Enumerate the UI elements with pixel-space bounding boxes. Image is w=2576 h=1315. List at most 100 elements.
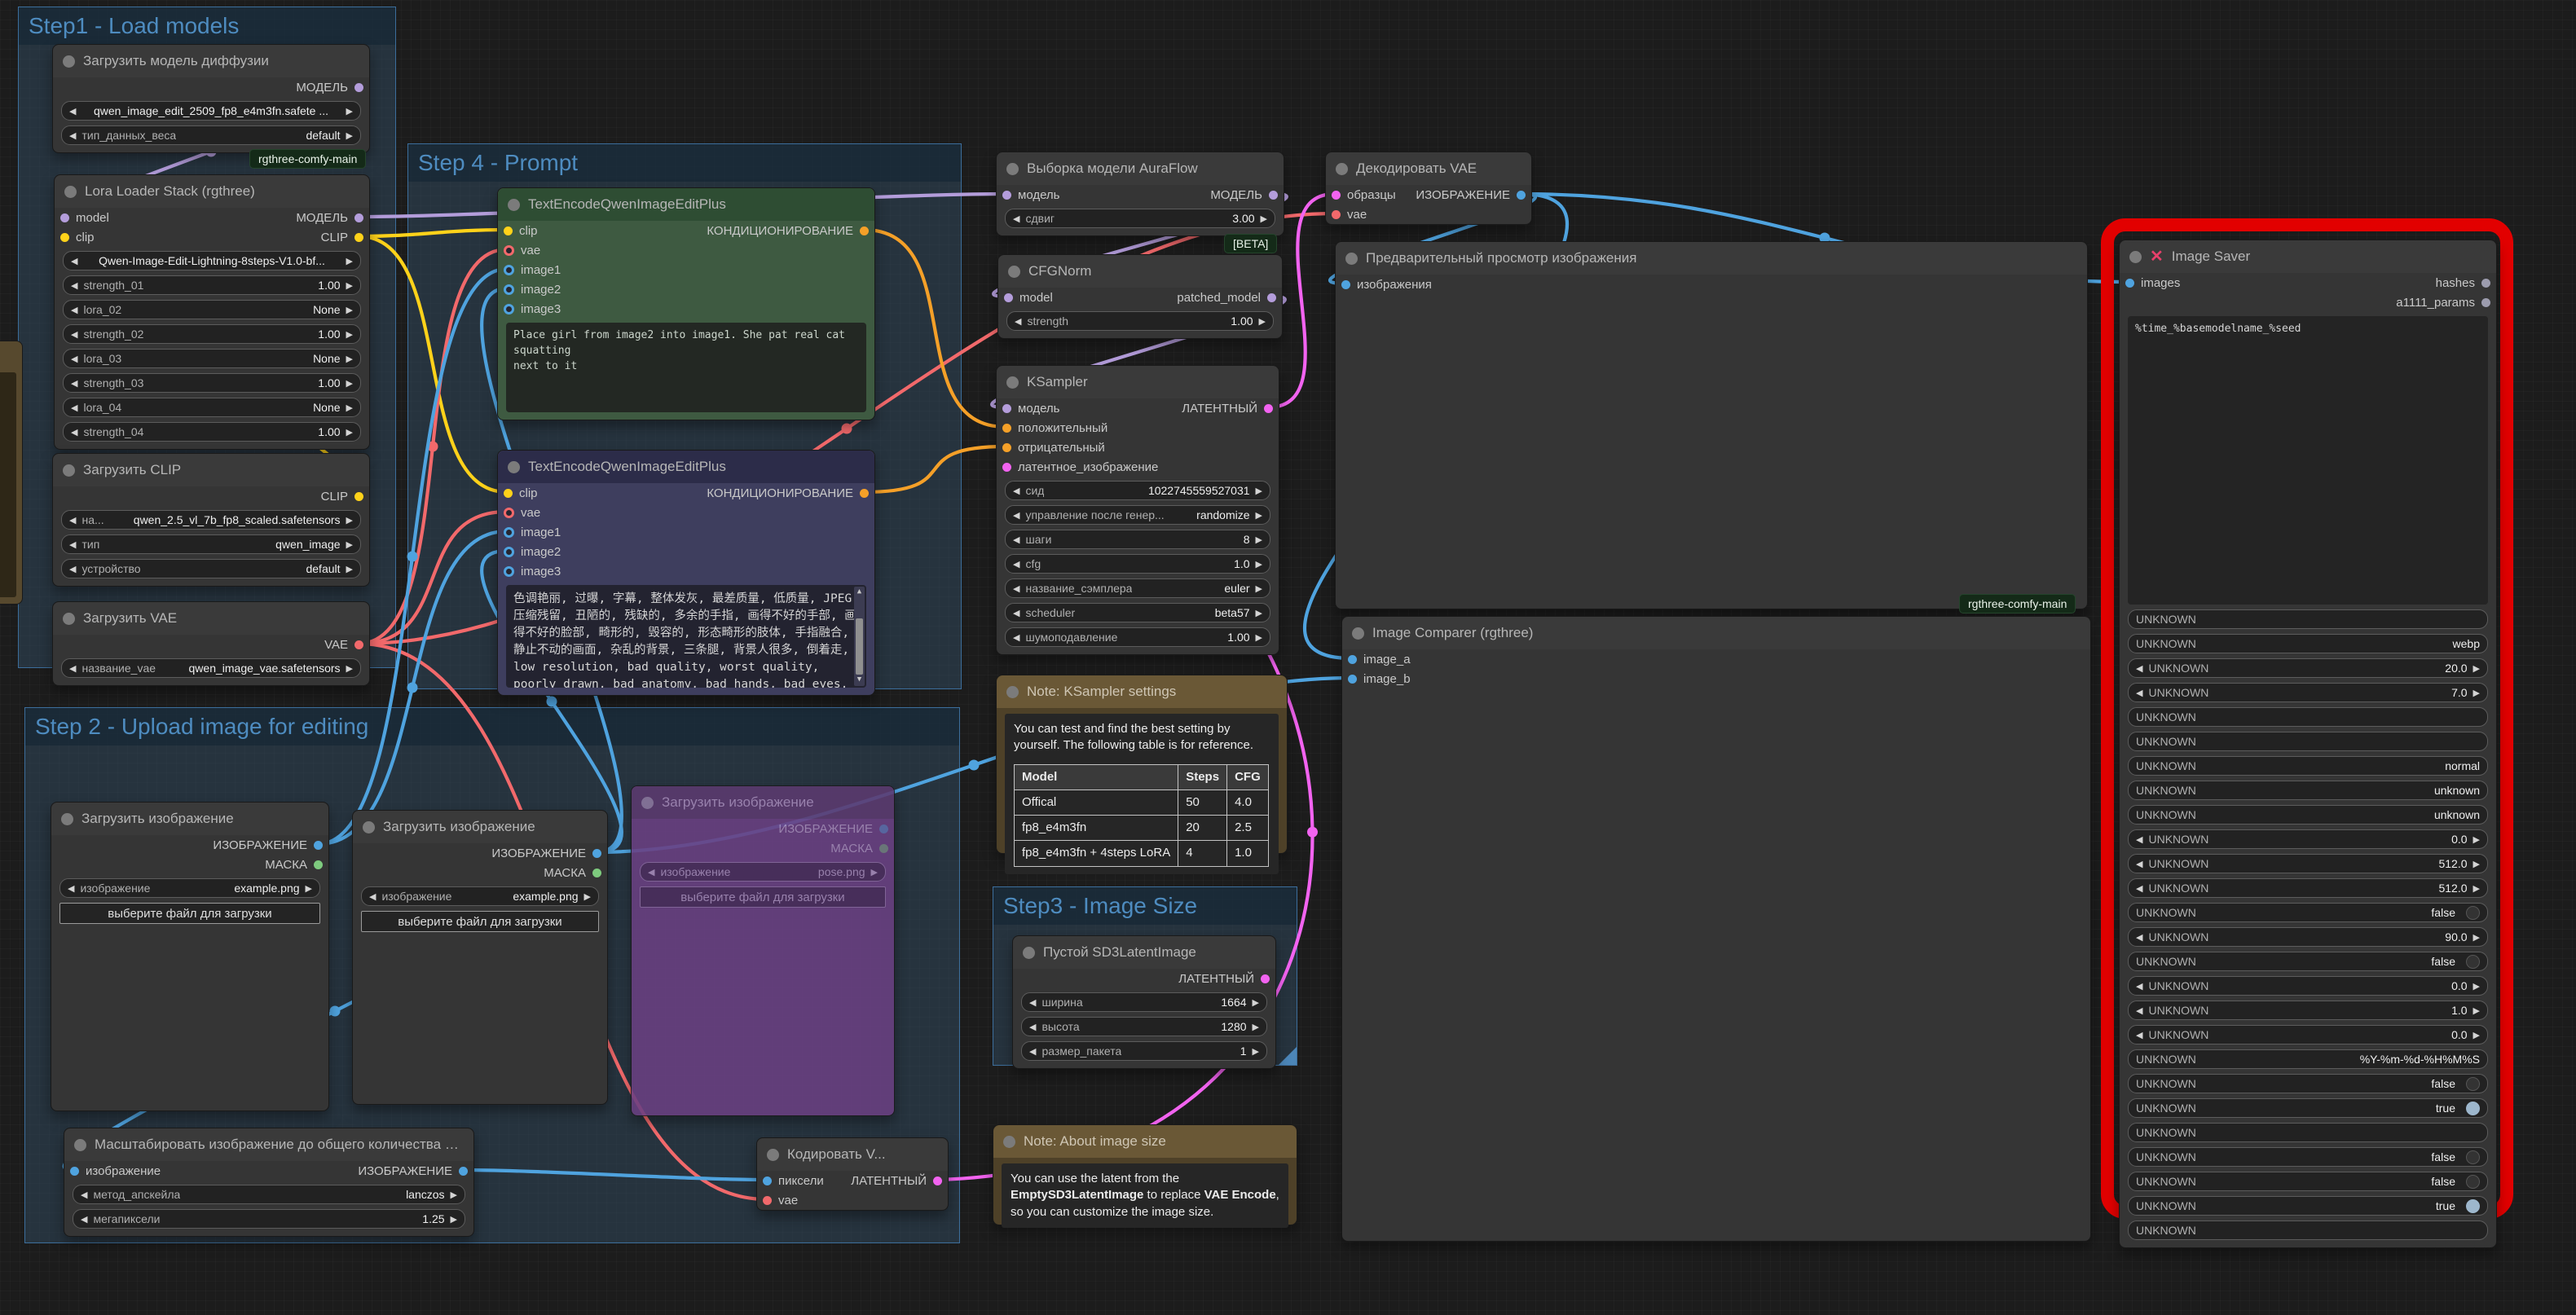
- slot-ИЗОБРАЖЕНИЕ-dot[interactable]: [314, 841, 323, 850]
- combo-left-arrow-icon[interactable]: ◀: [71, 354, 77, 364]
- output-slot[interactable]: ИЗОБРАЖЕНИЕ: [1416, 188, 1526, 202]
- slot-vae-dot[interactable]: [504, 508, 514, 518]
- combo-right-arrow-icon[interactable]: ▶: [346, 663, 353, 674]
- widget-field[interactable]: UNKNOWN: [2128, 609, 2488, 629]
- combo-left-arrow-icon[interactable]: ◀: [71, 427, 77, 438]
- combo-right-arrow-icon[interactable]: ▶: [2473, 1005, 2480, 1016]
- combo-right-arrow-icon[interactable]: ▶: [346, 515, 353, 526]
- combo-left-arrow-icon[interactable]: ◀: [1013, 608, 1019, 618]
- input-slot[interactable]: image2: [504, 283, 561, 297]
- combo-right-arrow-icon[interactable]: ▶: [1253, 1022, 1259, 1032]
- output-slot[interactable]: МАСКА: [830, 842, 888, 855]
- input-slot[interactable]: image1: [504, 263, 561, 277]
- widget-field[interactable]: UNKNOWN: [2128, 1123, 2488, 1142]
- slot-латентное_изображение-dot[interactable]: [1002, 463, 1011, 472]
- combo-right-arrow-icon[interactable]: ▶: [584, 891, 591, 902]
- output-slot[interactable]: hashes: [2436, 276, 2490, 290]
- combo-left-arrow-icon[interactable]: ◀: [71, 280, 77, 291]
- group-title[interactable]: Step1 - Load models: [19, 7, 395, 45]
- input-slot[interactable]: image_b: [1348, 672, 1411, 686]
- group-title[interactable]: Step 2 - Upload image for editing: [25, 708, 959, 745]
- output-slot[interactable]: ИЗОБРАЖЕНИЕ: [491, 847, 601, 860]
- widget-combo[interactable]: ◀strength_021.00▶: [63, 324, 361, 344]
- combo-right-arrow-icon[interactable]: ▶: [2473, 883, 2480, 894]
- collapse-dot[interactable]: [363, 821, 375, 833]
- widget-combo[interactable]: ◀управление после генер...randomize▶: [1005, 505, 1270, 525]
- input-slot[interactable]: vae: [763, 1194, 798, 1207]
- slot-vae-dot[interactable]: [504, 245, 514, 256]
- widget-combo[interactable]: ◀высота1280▶: [1021, 1017, 1267, 1036]
- combo-left-arrow-icon[interactable]: ◀: [1029, 1046, 1036, 1057]
- collapse-dot[interactable]: [767, 1149, 779, 1161]
- widget-field[interactable]: UNKNOWNnormal: [2128, 756, 2488, 776]
- widget-combo[interactable]: ◀strength_031.00▶: [63, 373, 361, 393]
- widget-combo[interactable]: ◀UNKNOWN512.0▶: [2128, 854, 2488, 873]
- input-slot[interactable]: изображение: [70, 1164, 161, 1178]
- node-header[interactable]: Загрузить модель диффузии: [53, 45, 369, 77]
- collapse-dot[interactable]: [1006, 376, 1019, 389]
- slot-ЛАТЕНТНЫЙ-dot[interactable]: [933, 1176, 942, 1185]
- scroll-down-icon[interactable]: ▼: [857, 675, 861, 685]
- combo-right-arrow-icon[interactable]: ▶: [1256, 583, 1262, 594]
- prompt-textarea[interactable]: %time_%basemodelname_%seed: [2128, 316, 2488, 605]
- node-header[interactable]: Выборка модели AuraFlow: [997, 152, 1284, 185]
- widget-combo[interactable]: ◀шаги8▶: [1005, 530, 1270, 549]
- widget-field[interactable]: UNKNOWNunknown: [2128, 805, 2488, 825]
- combo-left-arrow-icon[interactable]: ◀: [1013, 486, 1019, 496]
- input-slot[interactable]: clip: [504, 486, 538, 500]
- output-slot[interactable]: МАСКА: [544, 866, 601, 880]
- combo-right-arrow-icon[interactable]: ▶: [346, 305, 353, 315]
- input-slot[interactable]: clip: [504, 224, 538, 238]
- widget-combo[interactable]: ◀изображениеexample.png▶: [361, 886, 599, 906]
- slot-отрицательный-dot[interactable]: [1002, 443, 1011, 452]
- widget-field[interactable]: UNKNOWN: [2128, 1220, 2488, 1240]
- combo-right-arrow-icon[interactable]: ▶: [346, 256, 353, 266]
- widget-combo[interactable]: ◀сид1022745559527031▶: [1005, 481, 1270, 500]
- combo-right-arrow-icon[interactable]: ▶: [451, 1214, 457, 1225]
- prompt-textarea[interactable]: 色调艳丽, 过曝, 字幕, 整体发灰, 最差质量, 低质量, JPEG压缩残留,…: [506, 585, 866, 688]
- input-slot[interactable]: image3: [504, 565, 561, 578]
- widget-combo[interactable]: ◀Qwen-Image-Edit-Lightning-8steps-V1.0-b…: [63, 251, 361, 270]
- collapse-dot[interactable]: [2129, 251, 2142, 263]
- combo-right-arrow-icon[interactable]: ▶: [346, 539, 353, 550]
- combo-right-arrow-icon[interactable]: ▶: [1256, 608, 1262, 618]
- slot-изображение-dot[interactable]: [70, 1167, 79, 1176]
- collapse-dot[interactable]: [508, 199, 520, 211]
- slot-model-dot[interactable]: [1004, 293, 1013, 302]
- collapse-dot[interactable]: [1352, 627, 1364, 640]
- widget-toggle[interactable]: UNKNOWNtrue: [2128, 1098, 2488, 1118]
- combo-left-arrow-icon[interactable]: ◀: [69, 106, 76, 117]
- slot-МАСКА-dot[interactable]: [314, 860, 323, 869]
- widget-combo[interactable]: ◀lora_03None▶: [63, 349, 361, 368]
- input-slot[interactable]: image2: [504, 545, 561, 559]
- group-title[interactable]: Step3 - Image Size: [993, 887, 1297, 925]
- collapse-dot[interactable]: [63, 613, 75, 625]
- node-header[interactable]: Предварительный просмотр изображения: [1336, 242, 2087, 275]
- node-vae-decode[interactable]: Декодировать VAEобразцыИЗОБРАЖЕНИЕvae: [1325, 152, 1532, 225]
- output-slot[interactable]: МАСКА: [265, 858, 323, 872]
- widget-combo[interactable]: ◀strength_041.00▶: [63, 422, 361, 442]
- output-slot[interactable]: КОНДИЦИОНИРОВАНИЕ: [707, 224, 869, 238]
- collapse-dot[interactable]: [1006, 686, 1019, 698]
- combo-left-arrow-icon[interactable]: ◀: [69, 515, 76, 526]
- node-text-encode-positive[interactable]: TextEncodeQwenImageEditPlusclipКОНДИЦИОН…: [497, 187, 875, 420]
- node-header[interactable]: Пустой SD3LatentImage: [1013, 936, 1275, 969]
- widget-combo[interactable]: ◀qwen_image_edit_2509_fp8_e4m3fn.safete …: [61, 101, 361, 121]
- input-slot[interactable]: vae: [504, 506, 540, 520]
- widget-combo[interactable]: ◀lora_04None▶: [63, 398, 361, 417]
- widget-toggle[interactable]: UNKNOWNfalse: [2128, 952, 2488, 971]
- widget-combo[interactable]: ◀устройствоdefault▶: [61, 559, 361, 578]
- combo-left-arrow-icon[interactable]: ◀: [71, 378, 77, 389]
- node-note-ksampler-settings[interactable]: Note: KSampler settingsYou can test and …: [996, 675, 1288, 854]
- combo-left-arrow-icon[interactable]: ◀: [2136, 688, 2142, 698]
- input-slot[interactable]: отрицательный: [1002, 441, 1105, 455]
- node-header[interactable]: Загрузить изображение: [51, 803, 328, 835]
- widget-field[interactable]: UNKNOWN%Y-%m-%d-%H%M%S: [2128, 1049, 2488, 1069]
- widget-combo[interactable]: ◀типqwen_image▶: [61, 534, 361, 554]
- widget-combo[interactable]: ◀размер_пакета1▶: [1021, 1041, 1267, 1061]
- slot-ИЗОБРАЖЕНИЕ-dot[interactable]: [459, 1167, 468, 1176]
- combo-left-arrow-icon[interactable]: ◀: [2136, 981, 2142, 992]
- combo-right-arrow-icon[interactable]: ▶: [1253, 1046, 1259, 1057]
- slot-image3-dot[interactable]: [504, 304, 514, 314]
- slot-ИЗОБРАЖЕНИЕ-dot[interactable]: [1517, 191, 1526, 200]
